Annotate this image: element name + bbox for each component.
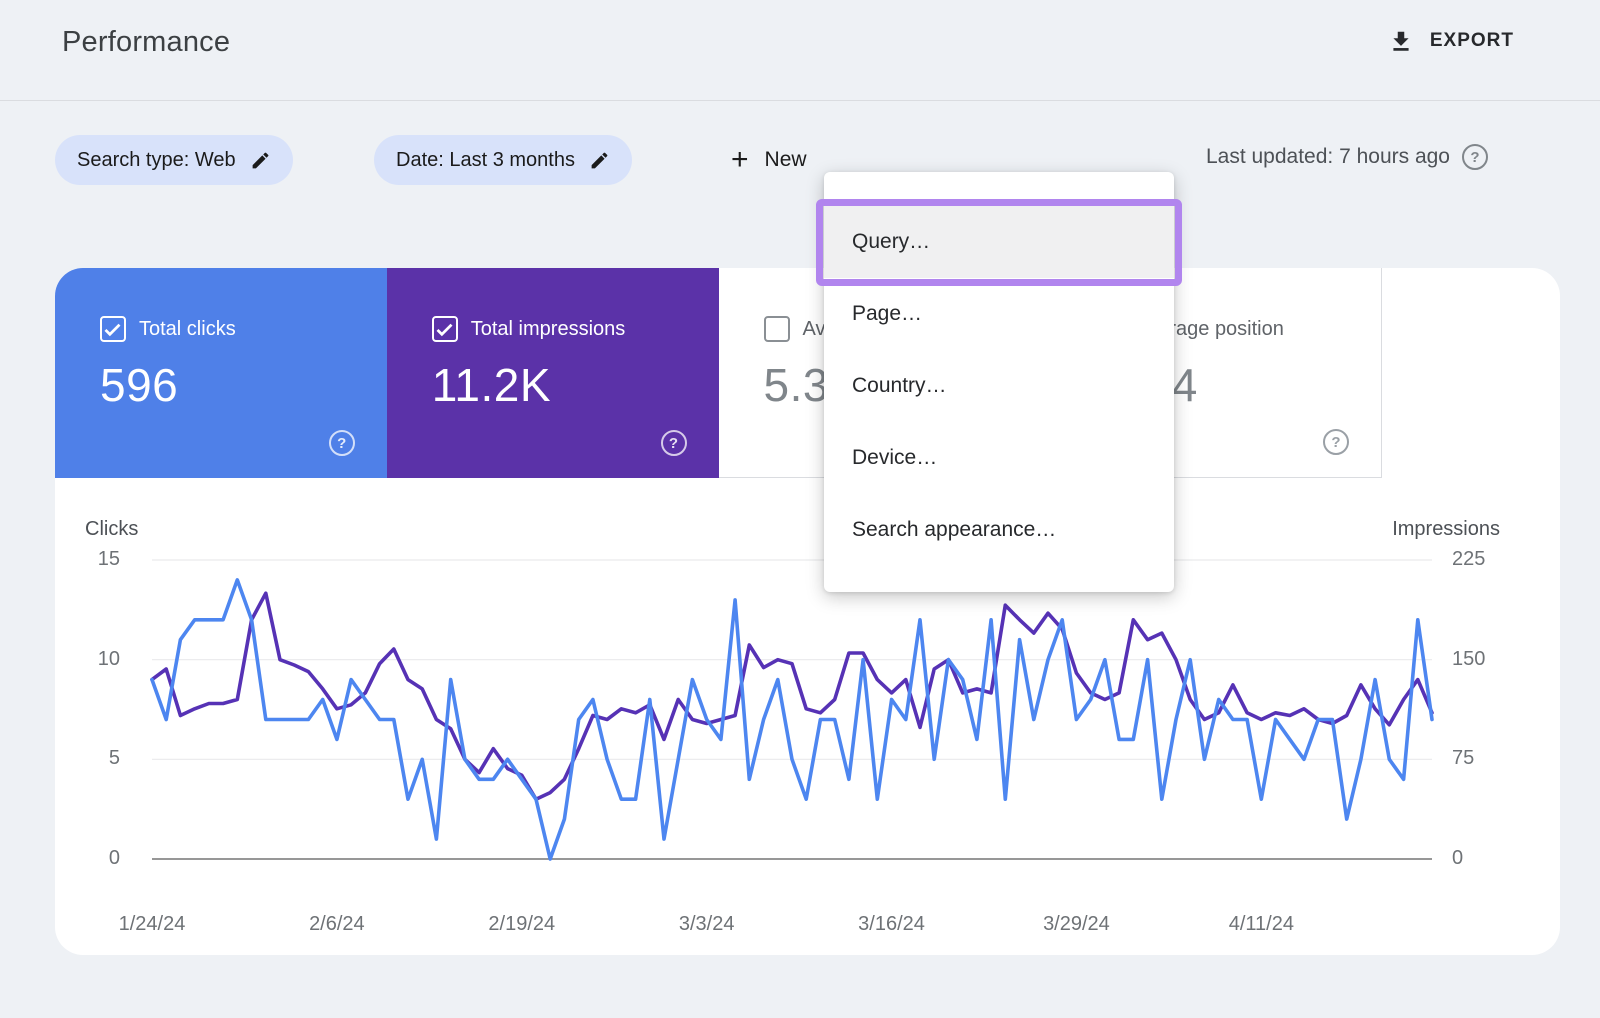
series-line-impressions: [152, 593, 1432, 799]
x-axis-tick-label: 4/11/24: [1191, 913, 1331, 936]
x-axis-tick-label: 1/24/24: [82, 913, 222, 936]
menu-item[interactable]: Query…: [824, 206, 1174, 278]
search-type-chip[interactable]: Search type: Web: [55, 135, 293, 185]
last-updated-text: Last updated: 7 hours ago: [1206, 145, 1450, 169]
right-axis-tick-label: 75: [1452, 747, 1532, 770]
performance-panel: Total clicks 596 ? Total impressions 11.…: [55, 268, 1560, 955]
header-divider: [0, 100, 1600, 101]
search-type-chip-label: Search type: Web: [77, 149, 236, 172]
right-axis-tick-label: 225: [1452, 548, 1532, 571]
total-clicks-label: Total clicks: [139, 318, 236, 341]
menu-item[interactable]: Page…: [824, 278, 1174, 350]
checkbox-unchecked-icon[interactable]: [764, 316, 790, 342]
total-clicks-value: 596: [100, 358, 387, 412]
left-axis-tick-label: 0: [55, 847, 120, 870]
total-clicks-card[interactable]: Total clicks 596 ?: [55, 268, 387, 478]
x-axis-tick-label: 3/29/24: [1006, 913, 1146, 936]
menu-item[interactable]: Device…: [824, 422, 1174, 494]
export-button[interactable]: EXPORT: [1388, 28, 1514, 54]
total-impressions-value: 11.2K: [432, 358, 719, 412]
last-updated-status: Last updated: 7 hours ago ?: [1206, 144, 1488, 170]
checkbox-checked-icon[interactable]: [100, 316, 126, 342]
page-title: Performance: [62, 26, 230, 59]
plus-icon: +: [731, 145, 749, 175]
x-axis-tick-label: 2/19/24: [452, 913, 592, 936]
date-range-chip[interactable]: Date: Last 3 months: [374, 135, 632, 185]
download-icon: [1388, 28, 1414, 54]
metric-cards-row: Total clicks 596 ? Total impressions 11.…: [55, 268, 1382, 478]
export-label: EXPORT: [1430, 30, 1514, 52]
x-axis-tick-label: 3/3/24: [637, 913, 777, 936]
x-axis-tick-label: 2/6/24: [267, 913, 407, 936]
checkmark-icon: [102, 319, 123, 340]
total-impressions-card[interactable]: Total impressions 11.2K ?: [387, 268, 719, 478]
date-range-chip-label: Date: Last 3 months: [396, 149, 575, 172]
checkbox-checked-icon[interactable]: [432, 316, 458, 342]
card-help-icon[interactable]: ?: [329, 430, 355, 456]
edit-pencil-icon: [589, 150, 610, 171]
new-filter-menu: Query…Page…Country…Device…Search appeara…: [824, 172, 1174, 592]
edit-pencil-icon: [250, 150, 271, 171]
series-line-clicks: [152, 580, 1432, 859]
new-filter-label: New: [765, 148, 807, 172]
menu-item[interactable]: Search appearance…: [824, 494, 1174, 566]
left-axis-tick-label: 10: [55, 648, 120, 671]
performance-line-chart: [55, 498, 1560, 908]
total-impressions-label: Total impressions: [471, 318, 626, 341]
checkmark-icon: [434, 319, 455, 340]
left-axis-tick-label: 5: [55, 747, 120, 770]
x-axis-tick-label: 3/16/24: [822, 913, 962, 936]
card-help-icon[interactable]: ?: [1323, 429, 1349, 455]
right-axis-tick-label: 150: [1452, 648, 1532, 671]
new-filter-button[interactable]: + New: [731, 135, 807, 185]
card-help-icon[interactable]: ?: [661, 430, 687, 456]
right-axis-tick-label: 0: [1452, 847, 1532, 870]
left-axis-tick-label: 15: [55, 548, 120, 571]
help-icon[interactable]: ?: [1462, 144, 1488, 170]
menu-item[interactable]: Country…: [824, 350, 1174, 422]
